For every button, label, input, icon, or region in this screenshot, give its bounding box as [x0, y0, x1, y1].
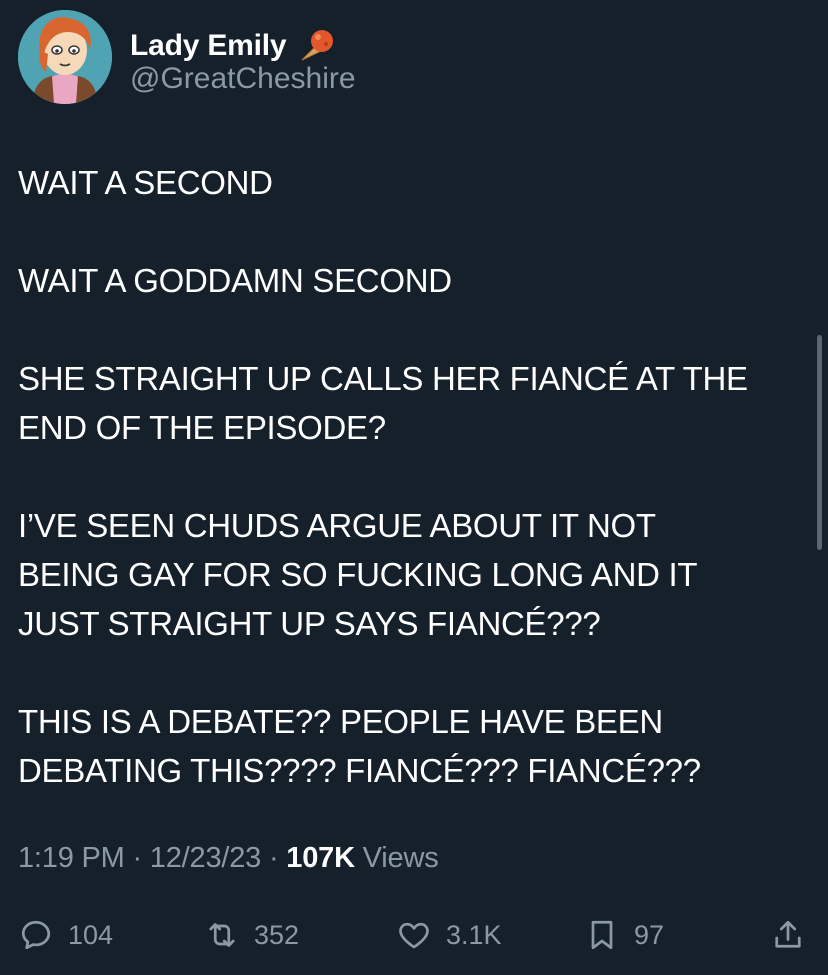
- tweet-paragraph: SHE STRAIGHT UP CALLS HER FIANCÉ AT THE …: [18, 360, 748, 446]
- user-handle[interactable]: @GreatCheshire: [130, 62, 356, 96]
- tweet-time[interactable]: 1:19 PM: [18, 842, 125, 874]
- retweet-icon: [209, 923, 235, 947]
- tweet-text: WAIT A SECOND WAIT A GODDAMN SECOND SHE …: [18, 158, 808, 844]
- like-button[interactable]: 3.1K: [396, 910, 502, 960]
- share-icon: [775, 920, 801, 948]
- avatar[interactable]: [18, 10, 112, 104]
- bookmark-count: 97: [634, 919, 665, 950]
- like-count: 3.1K: [446, 919, 502, 950]
- heart-icon: [399, 922, 429, 949]
- tweet-paragraph: WAIT A SECOND: [18, 164, 273, 201]
- tweet-paragraph: THIS IS A DEBATE?? PEOPLE HAVE BEEN DEBA…: [18, 703, 701, 789]
- share-button[interactable]: [770, 910, 806, 960]
- tweet-paragraph: I’VE SEEN CHUDS ARGUE ABOUT IT NOT BEING…: [18, 507, 698, 642]
- reply-count: 104: [68, 919, 114, 950]
- retweet-count: 352: [254, 919, 300, 950]
- tweet-paragraph: WAIT A GODDAMN SECOND: [18, 262, 452, 299]
- display-name[interactable]: Lady Emily: [130, 29, 287, 63]
- bookmark-button[interactable]: 97: [584, 910, 664, 960]
- views-count: 107K: [286, 842, 355, 874]
- tweet-date[interactable]: 12/23/23: [150, 842, 261, 874]
- bookmark-icon: [591, 920, 613, 950]
- tweet-meta: 1:19 PM · 12/23/23 · 107K Views: [18, 842, 439, 875]
- tweet-actions: 104 352 3.1K 97: [18, 910, 810, 960]
- cartoon-avatar-icon: [18, 10, 112, 104]
- views-label: Views: [362, 842, 439, 874]
- meta-separator: ·: [268, 842, 279, 874]
- meta-separator: ·: [132, 842, 142, 874]
- tweet-header: Lady Emily @GreatCheshire: [18, 10, 808, 106]
- retweet-button[interactable]: 352: [204, 910, 299, 960]
- scrollbar[interactable]: [817, 335, 822, 550]
- reply-icon: [21, 920, 51, 950]
- reply-button[interactable]: 104: [18, 910, 113, 960]
